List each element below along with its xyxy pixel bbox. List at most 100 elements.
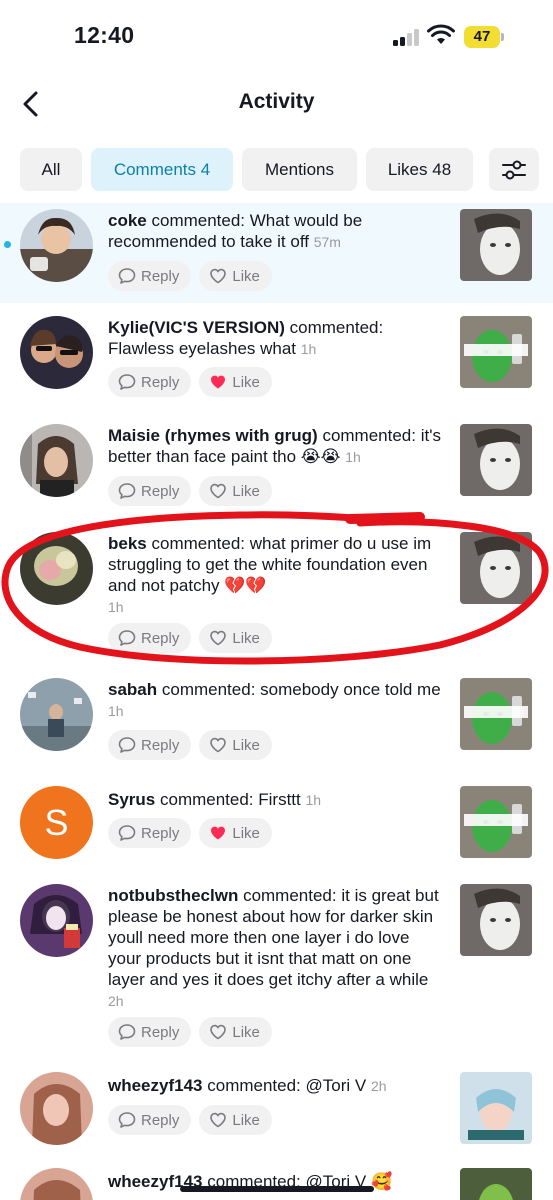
comment-text: wheezyf143 commented: @Tori V 2h <box>108 1075 446 1097</box>
timestamp: 2h <box>108 993 124 1009</box>
username[interactable]: notbubstheclwn <box>108 886 238 905</box>
comment-body: somebody once told me <box>260 680 441 699</box>
battery-icon: 47 <box>464 26 504 48</box>
reply-label: Reply <box>141 482 180 500</box>
avatar[interactable] <box>20 316 93 389</box>
reply-button[interactable]: Reply <box>108 623 192 653</box>
video-thumbnail[interactable] <box>460 532 532 604</box>
comment-body: Firsttt <box>258 790 301 809</box>
like-button[interactable]: Like <box>199 1017 272 1047</box>
timestamp: 57m <box>313 234 341 250</box>
comment-text: Maisie (rhymes with grug) commented: it'… <box>108 425 446 468</box>
video-thumbnail[interactable] <box>460 678 532 750</box>
like-button[interactable]: Like <box>199 623 272 653</box>
reply-button[interactable]: Reply <box>108 367 192 397</box>
comment-actions: Reply Like <box>108 730 272 760</box>
notification-item[interactable]: Kylie(VIC'S VERSION) commented: Flawless… <box>0 310 553 410</box>
like-button[interactable]: Like <box>199 818 272 848</box>
like-label: Like <box>232 482 260 500</box>
video-thumbnail[interactable] <box>460 786 532 858</box>
notification-item[interactable]: notbubstheclwn commented: it is great bu… <box>0 878 553 1058</box>
avatar[interactable] <box>20 678 93 751</box>
comment-actions: Reply Like <box>108 818 272 848</box>
username[interactable]: Syrus <box>108 790 155 809</box>
comment-actions: Reply Like <box>108 623 272 653</box>
notification-item[interactable]: sabah commented: somebody once told me 1… <box>0 672 553 772</box>
like-button[interactable]: Like <box>199 730 272 760</box>
like-button[interactable]: Like <box>199 261 272 291</box>
like-label: Like <box>232 629 260 647</box>
home-indicator[interactable] <box>180 1186 374 1192</box>
battery-level: 47 <box>464 26 500 48</box>
video-thumbnail[interactable] <box>460 1072 532 1144</box>
reply-label: Reply <box>141 267 180 285</box>
video-thumbnail[interactable] <box>460 209 532 281</box>
comment-text: beks commented: what primer do u use im … <box>108 533 446 618</box>
timestamp: 1h <box>108 599 124 615</box>
avatar-initial: S <box>44 801 69 843</box>
reply-label: Reply <box>141 373 180 391</box>
reply-label: Reply <box>141 1111 180 1129</box>
avatar[interactable] <box>20 424 93 497</box>
comment-text: sabah commented: somebody once told me 1… <box>108 679 446 722</box>
video-thumbnail[interactable] <box>460 1168 532 1200</box>
page-title: Activity <box>238 90 315 113</box>
heart-filled-icon <box>211 375 226 389</box>
speech-bubble-icon <box>118 1024 136 1040</box>
reply-button[interactable]: Reply <box>108 261 192 291</box>
username[interactable]: coke <box>108 211 147 230</box>
comment-verb: commented: <box>151 211 246 230</box>
username[interactable]: beks <box>108 534 147 553</box>
username[interactable]: Kylie(VIC'S VERSION) <box>108 318 285 337</box>
notification-item[interactable]: S Syrus commented: Firsttt 1h Reply Like <box>0 780 553 868</box>
video-thumbnail[interactable] <box>460 424 532 496</box>
notification-item[interactable]: wheezyf143 commented: @Tori V 2h Reply L… <box>0 1066 553 1154</box>
avatar[interactable] <box>20 532 93 605</box>
notification-item[interactable]: Maisie (rhymes with grug) commented: it'… <box>0 418 553 518</box>
comment-actions: Reply Like <box>108 476 272 506</box>
reply-button[interactable]: Reply <box>108 476 192 506</box>
reply-button[interactable]: Reply <box>108 730 192 760</box>
notification-item[interactable]: wheezyf143 commented: @Tori V 🥰 <box>0 1162 553 1200</box>
video-thumbnail[interactable] <box>460 316 532 388</box>
avatar[interactable] <box>20 1072 93 1145</box>
reply-button[interactable]: Reply <box>108 1017 192 1047</box>
tab-all[interactable]: All <box>20 148 82 191</box>
tab-likes[interactable]: Likes 48 <box>366 148 473 191</box>
like-button[interactable]: Like <box>199 476 272 506</box>
heart-outline-icon <box>210 483 227 499</box>
heart-outline-icon <box>210 630 227 646</box>
reply-label: Reply <box>141 1023 180 1041</box>
like-button[interactable]: Like <box>199 1105 272 1135</box>
avatar[interactable] <box>20 209 93 282</box>
like-label: Like <box>232 267 260 285</box>
username[interactable]: sabah <box>108 680 157 699</box>
comment-actions: Reply Like <box>108 261 272 291</box>
comment-actions: Reply Like <box>108 1017 272 1047</box>
tab-comments[interactable]: Comments 4 <box>91 148 233 191</box>
video-thumbnail[interactable] <box>460 884 532 956</box>
tab-mentions[interactable]: Mentions <box>242 148 357 191</box>
comment-body: @Tori V <box>305 1076 367 1095</box>
speech-bubble-icon <box>118 825 136 841</box>
avatar[interactable] <box>20 1168 93 1200</box>
like-button[interactable]: Like <box>199 367 272 397</box>
timestamp: 1h <box>108 703 124 719</box>
username[interactable]: wheezyf143 <box>108 1076 203 1095</box>
username[interactable]: Maisie (rhymes with grug) <box>108 426 318 445</box>
comment-verb: commented: <box>161 680 256 699</box>
notification-item[interactable]: coke commented: What would be recommende… <box>0 203 553 303</box>
avatar[interactable] <box>20 884 93 957</box>
heart-outline-icon <box>210 737 227 753</box>
comment-verb: commented: <box>243 886 337 905</box>
speech-bubble-icon <box>118 630 136 646</box>
reply-button[interactable]: Reply <box>108 1105 192 1135</box>
signal-icon <box>393 28 423 46</box>
reply-button[interactable]: Reply <box>108 818 192 848</box>
filter-tabs: All Comments 4 Mentions Likes 48 <box>20 148 473 191</box>
comment-actions: Reply Like <box>108 1105 272 1135</box>
filter-button[interactable] <box>489 148 539 191</box>
avatar[interactable]: S <box>20 786 93 859</box>
notification-item[interactable]: beks commented: what primer do u use im … <box>0 526 553 661</box>
wifi-icon <box>427 24 455 44</box>
